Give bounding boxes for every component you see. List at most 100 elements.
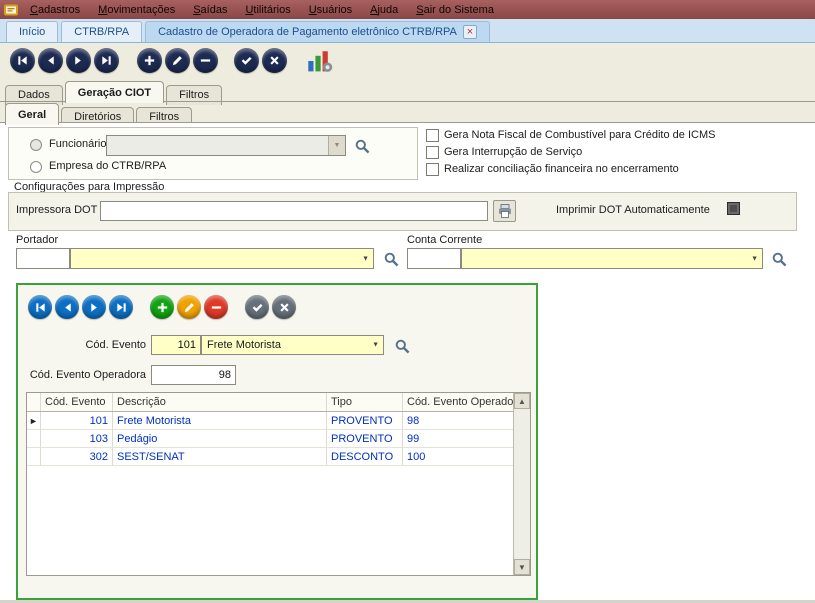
grid-header-row: Cód. Evento Descrição Tipo Cód. Evento O… [27, 393, 530, 412]
cell-descricao: Frete Motorista [113, 412, 327, 429]
eventos-first-button[interactable] [28, 295, 52, 319]
cell-cod-evento: 101 [41, 412, 113, 429]
menu-sair-do-sistema[interactable]: Sair do Sistema [407, 2, 503, 18]
main-toolbar [0, 43, 815, 80]
pencil-icon [183, 301, 196, 314]
eventos-panel: Cód. Evento Frete Motorista ▼ Cód. Event… [16, 283, 538, 600]
table-row[interactable]: ► 101 Frete Motorista PROVENTO 98 [27, 412, 530, 430]
portador-code-input[interactable] [16, 248, 70, 269]
menu-cadastros[interactable]: Cadastros [21, 2, 89, 18]
empresa-radio-label: Empresa do CTRB/RPA [49, 160, 166, 172]
plus-icon [143, 54, 156, 67]
eventos-confirm-button[interactable] [245, 295, 269, 319]
cell-descricao: SEST/SENAT [113, 448, 327, 465]
tab-cadastro-operadora[interactable]: Cadastro de Operadora de Pagamento eletr… [145, 21, 490, 42]
plus-icon [156, 301, 169, 314]
last-record-button[interactable] [94, 48, 119, 73]
grid-header-descricao[interactable]: Descrição [113, 393, 327, 411]
tab-inicio[interactable]: Início [6, 21, 58, 42]
menu-usuarios[interactable]: Usuários [300, 2, 361, 18]
add-record-button[interactable] [137, 48, 162, 73]
eventos-add-button[interactable] [150, 295, 174, 319]
eventos-next-button[interactable] [82, 295, 106, 319]
edit-record-button[interactable] [165, 48, 190, 73]
search-icon [383, 251, 400, 268]
x-icon [268, 54, 281, 67]
conta-corrente-combo[interactable]: ▼ [461, 248, 763, 269]
tab-ctrb-rpa[interactable]: CTRB/RPA [61, 21, 142, 42]
scroll-down-button[interactable]: ▼ [514, 559, 530, 575]
report-chart-button[interactable] [306, 47, 334, 75]
eventos-previous-button[interactable] [55, 295, 79, 319]
cancel-button[interactable] [262, 48, 287, 73]
first-icon [34, 301, 47, 314]
conciliacao-checkbox[interactable] [426, 163, 439, 176]
app-icon [3, 2, 19, 18]
cod-evento-search-button[interactable] [392, 336, 412, 356]
cell-cod-evento-operadora: 98 [403, 412, 515, 429]
minus-icon [199, 54, 212, 67]
grid-header-cod-evento-operadora[interactable]: Cód. Evento Operadora [403, 393, 515, 411]
portador-search-button[interactable] [381, 249, 401, 269]
imprimir-auto-checkbox[interactable] [727, 202, 740, 215]
gera-interrupcao-checkbox[interactable] [426, 146, 439, 159]
subtab-geral[interactable]: Geral [5, 103, 59, 125]
cod-evento-combo[interactable]: Frete Motorista ▼ [201, 335, 384, 355]
eventos-delete-button[interactable] [204, 295, 228, 319]
cod-evento-operadora-input[interactable] [151, 365, 236, 385]
grid-header-tipo[interactable]: Tipo [327, 393, 403, 411]
portador-dropdown-icon[interactable]: ▼ [362, 255, 369, 262]
minus-icon [210, 301, 223, 314]
funcionario-combo[interactable]: ▼ [106, 135, 346, 156]
table-row[interactable]: 103 Pedágio PROVENTO 99 [27, 430, 530, 448]
menu-movimentacoes[interactable]: Movimentações [89, 2, 184, 18]
app-window: Cadastros Movimentações Saídas Utilitári… [0, 0, 815, 603]
eventos-edit-button[interactable] [177, 295, 201, 319]
cod-evento-combo-value: Frete Motorista [207, 339, 281, 351]
grid-header-indicator [27, 393, 41, 411]
scroll-up-button[interactable]: ▲ [514, 393, 530, 409]
cell-cod-evento-operadora: 100 [403, 448, 515, 465]
cell-cod-evento: 103 [41, 430, 113, 447]
printer-button[interactable] [493, 200, 516, 222]
next-icon [72, 54, 85, 67]
conta-corrente-dropdown-icon[interactable]: ▼ [751, 255, 758, 262]
check-icon [251, 301, 264, 314]
cod-evento-dropdown-icon[interactable]: ▼ [372, 342, 379, 349]
tab-cadastro-operadora-label: Cadastro de Operadora de Pagamento eletr… [158, 26, 457, 38]
tab-inicio-label: Início [19, 26, 45, 38]
tab-geracao-ciot[interactable]: Geração CIOT [65, 81, 164, 103]
close-tab-icon[interactable]: × [463, 25, 477, 39]
menu-utilitarios[interactable]: Utilitários [236, 2, 299, 18]
table-row[interactable]: 302 SEST/SENAT DESCONTO 100 [27, 448, 530, 466]
funcionario-radio[interactable] [30, 139, 42, 151]
cod-evento-code-input[interactable] [151, 335, 201, 355]
funcionario-dropdown-icon[interactable]: ▼ [328, 136, 345, 155]
menu-ajuda[interactable]: Ajuda [361, 2, 407, 18]
tab-dados[interactable]: Dados [5, 85, 63, 105]
cell-cod-evento-operadora: 99 [403, 430, 515, 447]
next-record-button[interactable] [66, 48, 91, 73]
cell-tipo: DESCONTO [327, 448, 403, 465]
conta-corrente-search-button[interactable] [769, 249, 789, 269]
menu-saidas[interactable]: Saídas [184, 2, 236, 18]
confirm-button[interactable] [234, 48, 259, 73]
sub-tab-bar: GeralDiretóriosFiltros [5, 103, 194, 123]
tab-filtros[interactable]: Filtros [166, 85, 222, 105]
grid-vertical-scrollbar[interactable]: ▲ ▼ [513, 393, 530, 575]
eventos-last-button[interactable] [109, 295, 133, 319]
delete-record-button[interactable] [193, 48, 218, 73]
conta-corrente-code-input[interactable] [407, 248, 461, 269]
portador-label: Portador [16, 234, 58, 246]
funcionario-radio-label: Funcionário: [49, 138, 110, 150]
first-record-button[interactable] [10, 48, 35, 73]
previous-record-button[interactable] [38, 48, 63, 73]
gera-nf-icms-checkbox[interactable] [426, 129, 439, 142]
funcionario-search-button[interactable] [352, 136, 372, 156]
eventos-cancel-button[interactable] [272, 295, 296, 319]
grid-header-cod-evento[interactable]: Cód. Evento [41, 393, 113, 411]
empresa-radio[interactable] [30, 161, 42, 173]
portador-combo[interactable]: ▼ [70, 248, 374, 269]
pencil-icon [171, 54, 184, 67]
impressora-dot-input[interactable] [100, 201, 488, 221]
